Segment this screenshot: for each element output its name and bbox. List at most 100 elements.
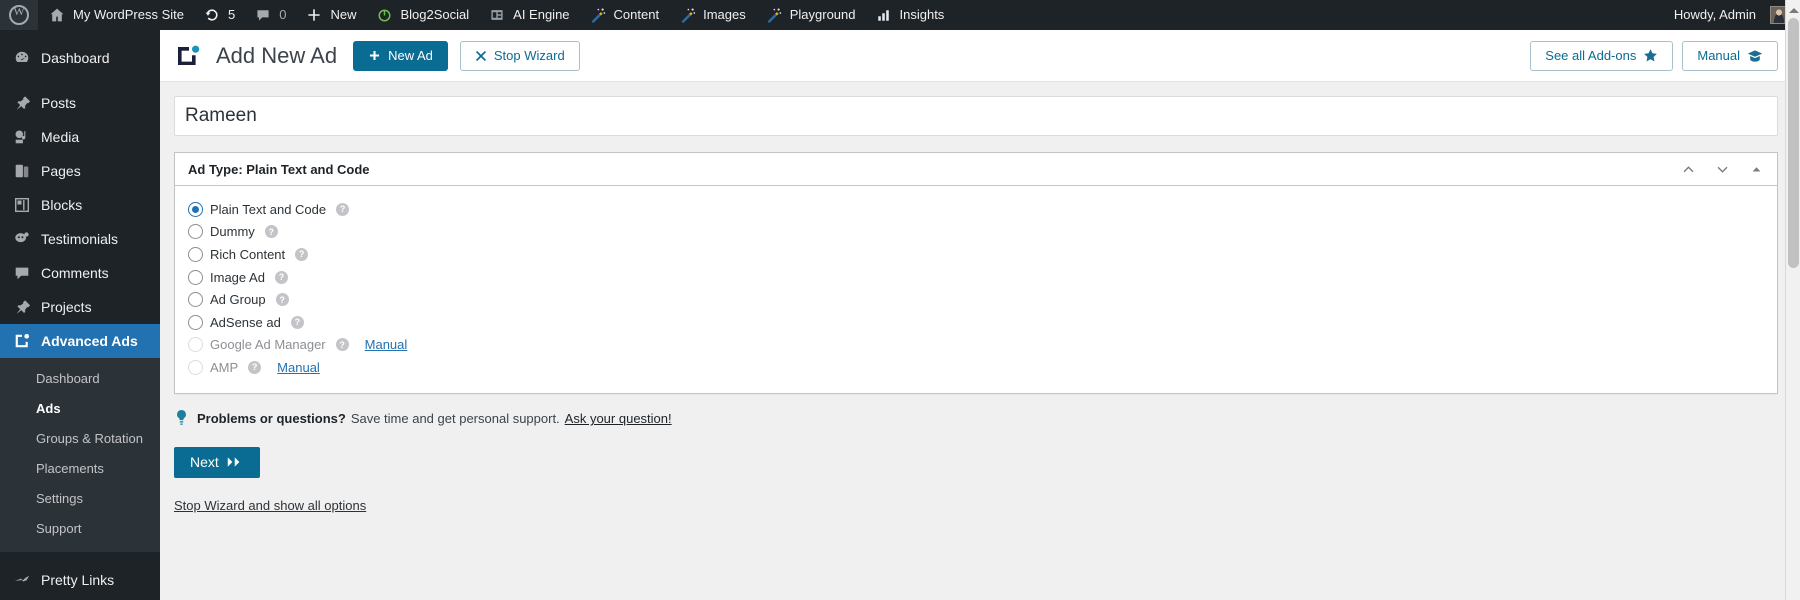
sidebar-item-label: Media <box>41 129 80 145</box>
help-icon[interactable]: ? <box>335 338 349 352</box>
see-all-addons-button[interactable]: See all Add-ons <box>1530 40 1674 71</box>
radio-adsense-ad[interactable] <box>188 314 203 330</box>
option-label: AdSense ad <box>210 314 281 330</box>
ask-your-question-link[interactable]: Ask your question! <box>565 411 672 426</box>
scrollbar-thumb[interactable] <box>1788 18 1799 268</box>
magic-wand-icon <box>677 5 697 25</box>
adminbar-item-playground[interactable]: Playground <box>755 0 865 30</box>
adminbar-item-insights[interactable]: Insights <box>865 0 954 30</box>
sidebar-item-blocks[interactable]: Blocks <box>0 188 160 222</box>
advanced-ads-icon <box>12 331 32 351</box>
stop-wizard-show-all-options-link[interactable]: Stop Wizard and show all options <box>174 498 366 513</box>
sidebar-item-label: Comments <box>41 265 109 281</box>
submenu-item-support[interactable]: Support <box>0 514 160 544</box>
ad-title-input[interactable] <box>174 96 1778 136</box>
testimonials-icon <box>12 229 32 249</box>
howdy-label: Howdy, Admin <box>1673 7 1756 22</box>
sidebar-item-pretty-links[interactable]: Pretty Links <box>0 563 160 597</box>
sidebar-item-label: Pages <box>41 163 81 179</box>
sidebar-item-projects[interactable]: Projects <box>0 290 160 324</box>
wordpress-logo-icon <box>9 4 29 25</box>
ad-type-panel-title: Ad Type: Plain Text and Code <box>188 161 370 177</box>
new-ad-button[interactable]: New Ad <box>353 40 448 71</box>
new-content-menu[interactable]: New <box>295 0 365 30</box>
help-icon[interactable]: ? <box>275 293 289 307</box>
pages-icon <box>12 161 32 181</box>
submenu-item-settings[interactable]: Settings <box>0 484 160 514</box>
sidebar-item-label: Blocks <box>41 197 83 213</box>
amp-manual-link[interactable]: Manual <box>277 360 320 375</box>
move-up-button[interactable] <box>1671 154 1705 184</box>
sidebar-item-pages[interactable]: Pages <box>0 154 160 188</box>
ad-type-option-image-ad[interactable]: Image Ad ? <box>188 266 1764 289</box>
sidebar-item-label: Testimonials <box>41 231 119 247</box>
pretty-links-icon <box>12 570 32 590</box>
help-icon[interactable]: ? <box>248 360 262 374</box>
next-button-label: Next <box>190 454 219 471</box>
sidebar-item-comments[interactable]: Comments <box>0 256 160 290</box>
site-name-menu[interactable]: My WordPress Site <box>38 0 193 30</box>
radio-rich-content[interactable] <box>188 246 203 262</box>
help-icon[interactable]: ? <box>336 202 350 216</box>
chevron-up-icon <box>1683 165 1693 172</box>
sidebar-item-dashboard[interactable]: Dashboard <box>0 41 160 75</box>
dashboard-icon <box>12 48 32 68</box>
adminbar-label: Images <box>703 7 746 22</box>
manual-button[interactable]: Manual <box>1682 40 1778 71</box>
submenu-item-ads[interactable]: Ads <box>0 394 160 424</box>
adminbar-item-blog2social[interactable]: Blog2Social <box>366 0 479 30</box>
help-icon[interactable]: ? <box>274 270 288 284</box>
help-icon[interactable]: ? <box>264 225 278 239</box>
comments-count: 0 <box>279 7 287 22</box>
submenu-item-placements[interactable]: Placements <box>0 454 160 484</box>
my-account-menu[interactable]: Howdy, Admin <box>1665 0 1792 30</box>
scroll-up-arrow-icon[interactable] <box>1789 3 1799 13</box>
ad-type-option-google-ad-manager: Google Ad Manager ? Manual <box>188 334 1764 357</box>
radio-plain-text-and-code[interactable] <box>188 201 203 217</box>
footer-actions: Next Stop Wizard and show all options <box>174 429 1778 515</box>
page-scrollbar[interactable] <box>1785 0 1800 600</box>
ad-type-option-adsense-ad[interactable]: AdSense ad ? <box>188 311 1764 334</box>
toggle-panel-button[interactable] <box>1739 154 1773 184</box>
move-down-button[interactable] <box>1705 154 1739 184</box>
adminbar-label: Playground <box>789 7 856 22</box>
new-content-label: New <box>330 7 357 22</box>
magic-wand-icon <box>588 5 608 25</box>
ad-type-option-rich-content[interactable]: Rich Content ? <box>188 243 1764 266</box>
main-content: Add New Ad New Ad Stop Wizard See all Ad… <box>160 30 1800 600</box>
ai-engine-icon <box>487 5 507 25</box>
wordpress-logo-menu[interactable] <box>0 0 38 30</box>
ad-type-option-plain-text-and-code[interactable]: Plain Text and Code ? <box>188 198 1764 221</box>
chevron-down-icon <box>1717 166 1727 173</box>
sidebar-item-label: Projects <box>41 299 92 315</box>
sidebar-item-posts[interactable]: Posts <box>0 86 160 120</box>
bar-chart-icon <box>874 5 894 25</box>
help-icon[interactable]: ? <box>295 247 309 261</box>
admin-sidebar-menu: Dashboard Posts Media Pages Blocks Testi… <box>0 30 160 600</box>
ad-type-option-ad-group[interactable]: Ad Group ? <box>188 288 1764 311</box>
ad-type-option-dummy[interactable]: Dummy ? <box>188 221 1764 244</box>
radio-dummy[interactable] <box>188 224 203 240</box>
sidebar-item-advanced-ads[interactable]: Advanced Ads <box>0 324 160 358</box>
radio-image-ad[interactable] <box>188 269 203 285</box>
radio-ad-group[interactable] <box>188 292 203 308</box>
adminbar-item-ai-engine[interactable]: AI Engine <box>478 0 578 30</box>
sidebar-item-media[interactable]: Media <box>0 120 160 154</box>
see-all-addons-label: See all Add-ons <box>1545 48 1637 63</box>
stop-wizard-button[interactable]: Stop Wizard <box>459 40 580 71</box>
updates-menu[interactable]: 5 <box>193 0 244 30</box>
submenu-item-dashboard[interactable]: Dashboard <box>0 364 160 394</box>
next-button[interactable]: Next <box>174 446 260 478</box>
media-icon <box>12 127 32 147</box>
site-name-label: My WordPress Site <box>73 7 185 22</box>
adminbar-item-content[interactable]: Content <box>579 0 669 30</box>
submenu-item-groups-rotation[interactable]: Groups & Rotation <box>0 424 160 454</box>
content-wrap: Ad Type: Plain Text and Code Pla <box>160 82 1800 515</box>
sidebar-item-testimonials[interactable]: Testimonials <box>0 222 160 256</box>
google-ad-manager-manual-link[interactable]: Manual <box>365 337 408 352</box>
help-icon[interactable]: ? <box>290 315 304 329</box>
comments-menu[interactable]: 0 <box>244 0 295 30</box>
comment-bubble-icon <box>253 5 273 25</box>
adminbar-item-images[interactable]: Images <box>668 0 755 30</box>
page-header: Add New Ad New Ad Stop Wizard See all Ad… <box>160 30 1800 82</box>
